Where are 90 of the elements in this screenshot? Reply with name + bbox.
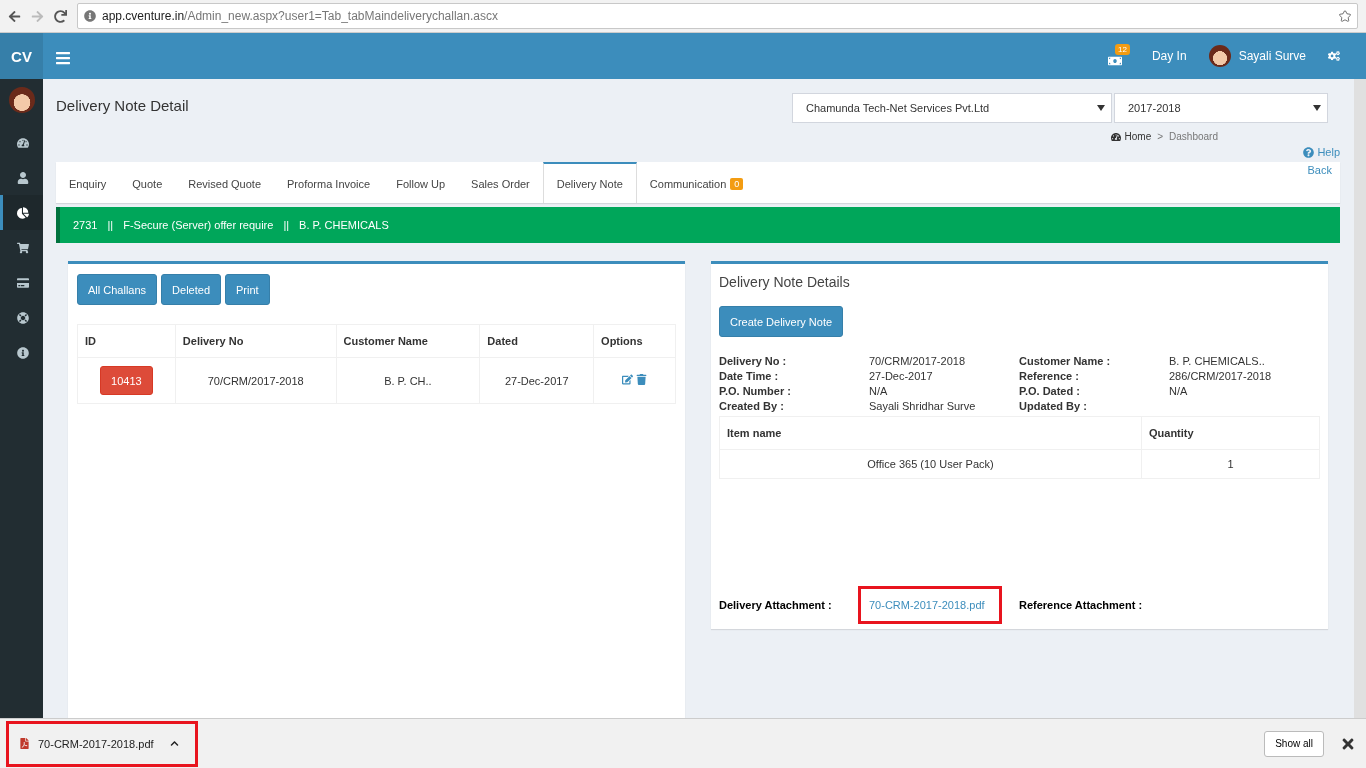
logo: CV — [0, 33, 43, 79]
back-link[interactable]: Back — [1307, 164, 1332, 176]
day-in-link[interactable]: Day In — [1151, 49, 1187, 63]
field-label: Created By : — [719, 400, 785, 412]
field-label: Updated By : — [1019, 400, 1088, 412]
field-label: Delivery Attachment : — [719, 599, 833, 611]
column-header: Options — [593, 324, 676, 358]
tab[interactable]: Revised Quote — [175, 165, 275, 203]
chevron-up-icon[interactable] — [169, 739, 179, 748]
field-value: Sayali Shridhar Surve — [869, 400, 977, 412]
caret-icon — [1097, 105, 1105, 111]
avatar — [1208, 45, 1231, 67]
tab[interactable]: Sales Order — [458, 165, 543, 203]
info-icon — [17, 346, 29, 359]
caret-icon — [1313, 105, 1321, 111]
field-value: N/A — [1169, 385, 1189, 397]
column-header: Dated — [479, 324, 594, 358]
card-icon — [17, 276, 29, 289]
page-title: Delivery Note Detail — [56, 96, 189, 116]
pdf-file-icon — [19, 738, 30, 749]
table-cell: Office 365 (10 User Pack) — [719, 449, 1142, 479]
field-label: Reference : — [1019, 370, 1080, 382]
filter-button[interactable]: Print — [225, 274, 270, 305]
field-value: N/A — [869, 385, 889, 397]
banner-text: F-Secure (Server) offer require — [123, 219, 274, 231]
tab[interactable]: Enquiry — [56, 165, 120, 203]
user-name[interactable]: Sayali Surve — [1238, 49, 1306, 63]
table-cell: 27-Dec-2017 — [479, 357, 594, 404]
reload-icon[interactable] — [54, 9, 67, 23]
tab[interactable]: Delivery Note — [542, 162, 637, 203]
filter-button[interactable]: All Challans — [77, 274, 158, 305]
create-delivery-note-button[interactable]: Create Delivery Note — [719, 306, 844, 337]
settings-icon[interactable] — [1328, 50, 1340, 62]
user-icon — [17, 171, 29, 184]
banknote-icon[interactable] — [1107, 54, 1122, 68]
field-label: Date Time : — [719, 370, 780, 382]
cart-icon — [17, 241, 29, 254]
back-icon[interactable] — [8, 9, 21, 23]
download-item[interactable]: 70-CRM-2017-2018.pdf — [6, 720, 198, 767]
sidebar-item[interactable] — [0, 195, 43, 230]
year-select[interactable]: 2017-2018 — [1114, 93, 1328, 123]
column-header: ID — [77, 324, 176, 358]
separator: || — [283, 219, 290, 231]
banner-text: 2731 — [73, 219, 98, 231]
show-all-button[interactable]: Show all — [1264, 730, 1324, 757]
breadcrumb-separator: > — [1157, 131, 1164, 142]
life-ring-icon — [17, 311, 29, 324]
tab[interactable]: Quote — [119, 165, 176, 203]
table-cell: 1 — [1141, 449, 1320, 479]
gauge-icon — [1110, 131, 1121, 142]
gauge-icon — [17, 136, 29, 149]
pie-chart-icon — [17, 206, 29, 219]
field-value: 70/CRM/2017-2018 — [869, 355, 966, 367]
table-cell: B. P. CH.. — [336, 357, 480, 404]
delete-icon[interactable] — [636, 374, 648, 385]
banner-text: B. P. CHEMICALS — [299, 219, 389, 231]
tab[interactable]: Communication 0 — [636, 165, 757, 203]
field-label: P.O. Number : — [719, 385, 792, 397]
separator: || — [107, 219, 114, 231]
address-field[interactable]: app.cventure.in/Admin_new.aspx?user1=Tab_tabMaindeliverychallan.ascx — [77, 3, 1358, 29]
attachment-link[interactable]: 70-CRM-2017-2018.pdf — [861, 589, 999, 621]
notification-badge: 12 — [1115, 44, 1130, 55]
column-header: Item name — [719, 416, 1142, 450]
field-label: Reference Attachment : — [1019, 599, 1144, 611]
count-badge: 0 — [730, 178, 744, 190]
field-label: Customer Name : — [1019, 355, 1112, 367]
column-header: Delivery No — [175, 324, 336, 358]
company-select[interactable]: Chamunda Tech-Net Services Pvt.Ltd — [792, 93, 1112, 123]
id-button[interactable]: 10413 — [100, 366, 153, 395]
tab[interactable]: Follow Up — [383, 165, 459, 203]
field-value: 27-Dec-2017 — [869, 370, 934, 382]
menu-icon[interactable] — [55, 50, 71, 66]
filter-button[interactable]: Deleted — [161, 274, 221, 305]
breadcrumb-item: Dashboard — [1169, 131, 1218, 142]
field-value: 286/CRM/2017-2018 — [1169, 370, 1273, 382]
field-label: P.O. Dated : — [1019, 385, 1081, 397]
bookmark-star-icon[interactable] — [1339, 10, 1351, 22]
url-text: app.cventure.in/Admin_new.aspx?user1=Tab_tabMaindeliverychallan.ascx — [102, 9, 498, 23]
field-label: Delivery No : — [719, 355, 788, 367]
table-cell: 70/CRM/2017-2018 — [175, 357, 336, 404]
info-icon — [84, 10, 96, 22]
column-header: Quantity — [1141, 416, 1320, 450]
breadcrumb-home-link[interactable]: Home — [1124, 131, 1152, 142]
field-value: B. P. CHEMICALS.. — [1169, 355, 1266, 367]
panel-title: Delivery Note Details — [719, 274, 851, 290]
column-header: Customer Name — [336, 324, 480, 358]
help-icon — [1303, 146, 1315, 158]
avatar — [8, 87, 35, 113]
tab[interactable]: Proforma Invoice — [274, 165, 384, 203]
edit-icon[interactable] — [622, 374, 634, 385]
